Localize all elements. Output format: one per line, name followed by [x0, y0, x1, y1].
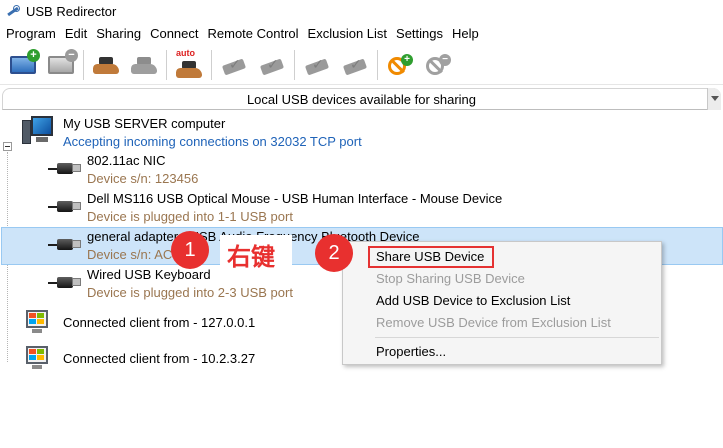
- menu-remote-control[interactable]: Remote Control: [205, 23, 305, 45]
- exclusion-add-icon: +: [385, 53, 415, 76]
- usb-check-icon: ✓: [257, 56, 287, 75]
- menu-connect[interactable]: Connect: [147, 23, 204, 45]
- context-menu: Share USB Device Stop Sharing USB Device…: [342, 241, 662, 365]
- menu-item-properties[interactable]: Properties...: [376, 344, 446, 359]
- menu-bar: Program Edit Sharing Connect Remote Cont…: [0, 23, 723, 45]
- share-hand-icon: [91, 56, 121, 74]
- autoconnect-button[interactable]: ✓: [298, 48, 336, 82]
- panel-title: Local USB devices available for sharing: [246, 92, 477, 107]
- minus-icon: −: [65, 48, 78, 62]
- menu-item-share-usb-device[interactable]: Share USB Device: [376, 249, 484, 264]
- remove-exclusion-button[interactable]: −: [419, 48, 457, 82]
- collapse-toggle-icon[interactable]: [707, 88, 721, 110]
- menu-help[interactable]: Help: [449, 23, 485, 45]
- menu-item-add-exclusion[interactable]: Add USB Device to Exclusion List: [376, 293, 570, 308]
- server-name: My USB SERVER computer: [63, 116, 226, 131]
- usb-check-icon: ✓: [340, 56, 370, 75]
- device-detail: Device is plugged into 2-3 USB port: [87, 285, 293, 300]
- disconnect-device-button[interactable]: ✓: [253, 48, 291, 82]
- toolbar-separator: [211, 49, 212, 80]
- toolbar: + − auto ✓ ✓ ✓ ✓ + −: [0, 45, 723, 85]
- device-name: 802.11ac NIC: [87, 153, 166, 168]
- device-detail: Device s/n: 123456: [87, 171, 199, 186]
- toolbar-separator: [83, 49, 84, 80]
- panel-header: Local USB devices available for sharing: [2, 88, 721, 110]
- window-title: USB Redirector: [26, 3, 117, 19]
- device-detail: Device s/n: AC: [87, 247, 173, 262]
- menu-settings[interactable]: Settings: [393, 23, 449, 45]
- toolbar-separator: [377, 49, 378, 80]
- device-detail: Device is plugged into 1-1 USB port: [87, 209, 293, 224]
- right-click-annotation: 右键: [227, 244, 275, 271]
- device-name: Dell MS116 USB Optical Mouse - USB Human…: [87, 191, 503, 206]
- connect-device-button[interactable]: ✓: [215, 48, 253, 82]
- auto-share-hand-icon: [174, 60, 204, 78]
- menu-item-stop-sharing[interactable]: Stop Sharing USB Device: [376, 271, 525, 286]
- exclusion-remove-icon: −: [423, 53, 453, 76]
- windows-client-icon: [26, 310, 50, 334]
- menu-item-remove-exclusion[interactable]: Remove USB Device from Exclusion List: [376, 315, 611, 330]
- auto-label: auto: [176, 47, 195, 58]
- stop-autoconnect-button[interactable]: ✓: [336, 48, 374, 82]
- toolbar-separator: [166, 49, 167, 80]
- usb-plug-icon: [48, 274, 82, 290]
- stop-sharing-button[interactable]: [125, 48, 163, 82]
- server-status: Accepting incoming connections on 32032 …: [63, 134, 362, 149]
- usb-plug-icon: [48, 236, 82, 252]
- client-label: Connected client from - 10.2.3.27: [63, 351, 256, 366]
- stop-share-hand-icon: [129, 56, 159, 74]
- add-server-button[interactable]: +: [4, 48, 42, 82]
- usb-check-icon: ✓: [302, 56, 332, 75]
- title-bar: USB Redirector: [0, 0, 723, 22]
- plus-icon: +: [27, 48, 40, 62]
- client-label: Connected client from - 127.0.0.1: [63, 315, 256, 330]
- share-device-button[interactable]: [87, 48, 125, 82]
- step-2-marker: 2: [315, 234, 353, 272]
- usb-check-icon: ✓: [219, 56, 249, 75]
- device-name: Wired USB Keyboard: [87, 267, 211, 282]
- collapse-node-icon[interactable]: [3, 142, 12, 151]
- menu-separator: [375, 337, 659, 338]
- remove-server-button[interactable]: −: [42, 48, 80, 82]
- menu-exclusion-list[interactable]: Exclusion List: [305, 23, 393, 45]
- toolbar-separator: [294, 49, 295, 80]
- usb-plug-icon: [48, 160, 82, 176]
- menu-program[interactable]: Program: [3, 23, 62, 45]
- auto-share-button[interactable]: auto: [170, 48, 208, 82]
- menu-sharing[interactable]: Sharing: [93, 23, 147, 45]
- step-1-marker: 1: [171, 231, 209, 269]
- server-computer-icon: [22, 116, 54, 146]
- usb-plug-icon: [48, 198, 82, 214]
- usb-redirector-app-icon: [6, 4, 20, 18]
- menu-edit[interactable]: Edit: [62, 23, 93, 45]
- windows-client-icon: [26, 346, 50, 370]
- add-exclusion-button[interactable]: +: [381, 48, 419, 82]
